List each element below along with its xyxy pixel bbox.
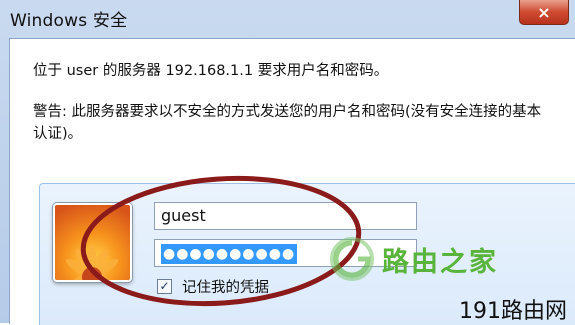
auth-request-message: 位于 user 的服务器 192.168.1.1 要求用户名和密码。 (33, 63, 389, 79)
annotation-red-ellipse (80, 175, 362, 307)
security-warning: 警告: 此服务器要求以不安全的方式发送您的用户名和密码(没有安全连接的基本认证)… (33, 104, 542, 142)
window-title: Windows 安全 (10, 11, 128, 31)
site-watermark-text: 191路由网 (459, 299, 567, 324)
title-bar[interactable]: Windows 安全 × (0, 0, 575, 38)
dialog-window: Windows 安全 × 位于 user 的服务器 192.168.1.1 要求… (0, 0, 575, 325)
brand-watermark: 路由之家 (330, 237, 498, 281)
close-button[interactable]: × (519, 0, 569, 25)
router-logo-icon (330, 237, 374, 281)
close-icon: × (537, 2, 551, 22)
brand-watermark-text: 路由之家 (382, 246, 498, 278)
